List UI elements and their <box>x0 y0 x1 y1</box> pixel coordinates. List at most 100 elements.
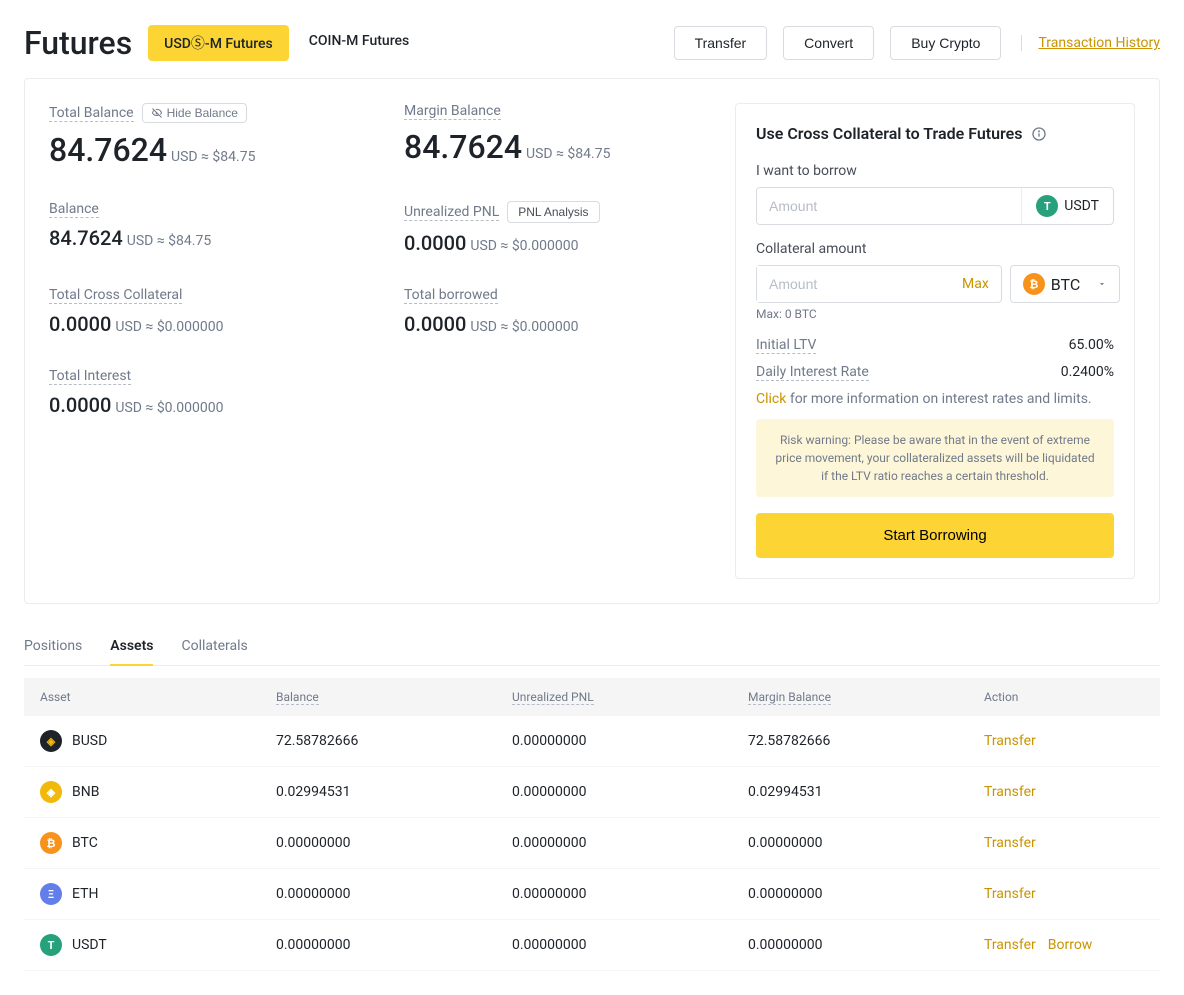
transaction-history-link[interactable]: Transaction History <box>1021 35 1160 51</box>
asset-symbol: BUSD <box>72 733 107 749</box>
table-row: ₿BTC0.000000000.000000000.00000000Transf… <box>24 818 1160 869</box>
main-panel: Total Balance Hide Balance 84.7624USD ≈ … <box>24 78 1160 604</box>
daily-rate-value: 0.2400% <box>1061 364 1114 381</box>
coin-icon: T <box>40 934 62 956</box>
borrow-panel: Use Cross Collateral to Trade Futures I … <box>735 103 1135 579</box>
usdt-icon: T <box>1036 195 1058 217</box>
collateral-amount-input[interactable] <box>757 266 962 302</box>
max-hint: Max: 0 BTC <box>756 307 1114 321</box>
max-button[interactable]: Max <box>962 276 1001 292</box>
th-margin: Margin Balance <box>748 690 984 704</box>
coin-icon: ◈ <box>40 730 62 752</box>
cell-margin: 0.00000000 <box>748 835 984 851</box>
assets-table: Asset Balance Unrealized PNL Margin Bala… <box>24 678 1160 971</box>
coin-icon: Ξ <box>40 883 62 905</box>
transfer-link[interactable]: Transfer <box>984 886 1036 902</box>
cell-upnl: 0.00000000 <box>512 733 748 749</box>
transfer-button[interactable]: Transfer <box>674 26 768 60</box>
borrow-amount-input[interactable] <box>757 188 1021 224</box>
btc-icon: ₿ <box>1023 273 1045 295</box>
total-interest-value: 0.0000 <box>49 393 111 417</box>
unrealized-pnl-label: Unrealized PNL <box>404 204 499 221</box>
total-borrowed-block: Total borrowed 0.0000USD ≈ $0.000000 <box>404 287 711 336</box>
page-title: Futures <box>24 24 132 62</box>
th-asset: Asset <box>40 690 276 704</box>
cell-upnl: 0.00000000 <box>512 886 748 902</box>
borrow-link[interactable]: Borrow <box>1048 937 1093 953</box>
table-row: ◈BNB0.029945310.000000000.02994531Transf… <box>24 767 1160 818</box>
cell-balance: 0.00000000 <box>276 835 512 851</box>
asset-symbol: BNB <box>72 784 99 800</box>
pnl-analysis-button[interactable]: PNL Analysis <box>507 201 599 223</box>
th-balance: Balance <box>276 690 512 704</box>
start-borrowing-button[interactable]: Start Borrowing <box>756 513 1114 558</box>
cell-margin: 72.58782666 <box>748 733 984 749</box>
cell-balance: 0.00000000 <box>276 886 512 902</box>
tab-collaterals[interactable]: Collaterals <box>181 628 247 666</box>
cell-balance: 0.00000000 <box>276 937 512 953</box>
futures-type-tabs: USDⓈ-M Futures COIN-M Futures <box>148 25 425 61</box>
cell-upnl: 0.00000000 <box>512 784 748 800</box>
cross-collateral-value: 0.0000 <box>49 312 111 336</box>
borrow-header: Use Cross Collateral to Trade Futures <box>756 124 1023 143</box>
cell-balance: 72.58782666 <box>276 733 512 749</box>
total-balance-label: Total Balance <box>49 105 134 122</box>
buy-crypto-button[interactable]: Buy Crypto <box>890 26 1001 60</box>
cell-margin: 0.02994531 <box>748 784 984 800</box>
th-upnl: Unrealized PNL <box>512 690 748 704</box>
page-header: Futures USDⓈ-M Futures COIN-M Futures Tr… <box>0 0 1184 78</box>
chevron-down-icon <box>1097 279 1107 289</box>
cross-collateral-block: Total Cross Collateral 0.0000USD ≈ $0.00… <box>49 287 356 336</box>
balances-section: Total Balance Hide Balance 84.7624USD ≈ … <box>49 103 711 579</box>
cell-margin: 0.00000000 <box>748 937 984 953</box>
margin-balance-block: Margin Balance 84.7624USD ≈ $84.75 <box>404 103 711 169</box>
cell-margin: 0.00000000 <box>748 886 984 902</box>
tab-positions[interactable]: Positions <box>24 628 82 666</box>
transfer-link[interactable]: Transfer <box>984 784 1036 800</box>
initial-ltv-label: Initial LTV <box>756 337 816 354</box>
collateral-coin-select[interactable]: ₿ BTC <box>1010 265 1120 303</box>
coin-icon: ◈ <box>40 781 62 803</box>
transfer-link[interactable]: Transfer <box>984 835 1036 851</box>
cell-upnl: 0.00000000 <box>512 937 748 953</box>
balance-label: Balance <box>49 201 99 218</box>
coin-icon: ₿ <box>40 832 62 854</box>
asset-tabs: Positions Assets Collaterals <box>24 628 1160 666</box>
asset-symbol: BTC <box>72 835 98 851</box>
total-borrowed-value: 0.0000 <box>404 312 466 336</box>
balance-value: 84.7624 <box>49 226 123 250</box>
unrealized-pnl-block: Unrealized PNL PNL Analysis 0.0000USD ≈ … <box>404 201 711 255</box>
click-info-link[interactable]: Click <box>756 391 786 407</box>
initial-ltv-value: 65.00% <box>1069 337 1114 354</box>
unrealized-pnl-value: 0.0000 <box>404 231 466 255</box>
total-balance-value: 84.7624 <box>49 131 167 169</box>
margin-balance-value: 84.7624 <box>404 128 522 166</box>
table-row: ΞETH0.000000000.000000000.00000000Transf… <box>24 869 1160 920</box>
total-borrowed-label: Total borrowed <box>404 287 498 304</box>
total-interest-block: Total Interest 0.0000USD ≈ $0.000000 <box>49 368 356 417</box>
convert-button[interactable]: Convert <box>783 26 874 60</box>
tab-assets[interactable]: Assets <box>110 628 153 666</box>
cell-upnl: 0.00000000 <box>512 835 748 851</box>
collateral-amount-label: Collateral amount <box>756 241 1114 257</box>
margin-balance-label: Margin Balance <box>404 103 501 120</box>
tab-coinm-futures[interactable]: COIN-M Futures <box>293 25 425 61</box>
hide-balance-button[interactable]: Hide Balance <box>142 103 247 123</box>
total-interest-label: Total Interest <box>49 368 131 385</box>
borrow-amount-label: I want to borrow <box>756 163 1114 179</box>
borrow-coin-display: T USDT <box>1021 188 1113 224</box>
transfer-link[interactable]: Transfer <box>984 937 1036 953</box>
balance-block: Balance 84.7624USD ≈ $84.75 <box>49 201 356 255</box>
table-row: ◈BUSD72.587826660.0000000072.58782666Tra… <box>24 716 1160 767</box>
eye-off-icon <box>151 107 163 119</box>
info-icon[interactable] <box>1031 126 1047 142</box>
transfer-link[interactable]: Transfer <box>984 733 1036 749</box>
asset-symbol: ETH <box>72 886 98 902</box>
th-action: Action <box>984 690 1144 704</box>
total-balance-block: Total Balance Hide Balance 84.7624USD ≈ … <box>49 103 356 169</box>
table-header: Asset Balance Unrealized PNL Margin Bala… <box>24 678 1160 716</box>
asset-symbol: USDT <box>72 937 107 953</box>
cross-collateral-label: Total Cross Collateral <box>49 287 182 304</box>
tab-usdm-futures[interactable]: USDⓈ-M Futures <box>148 25 289 61</box>
cell-balance: 0.02994531 <box>276 784 512 800</box>
